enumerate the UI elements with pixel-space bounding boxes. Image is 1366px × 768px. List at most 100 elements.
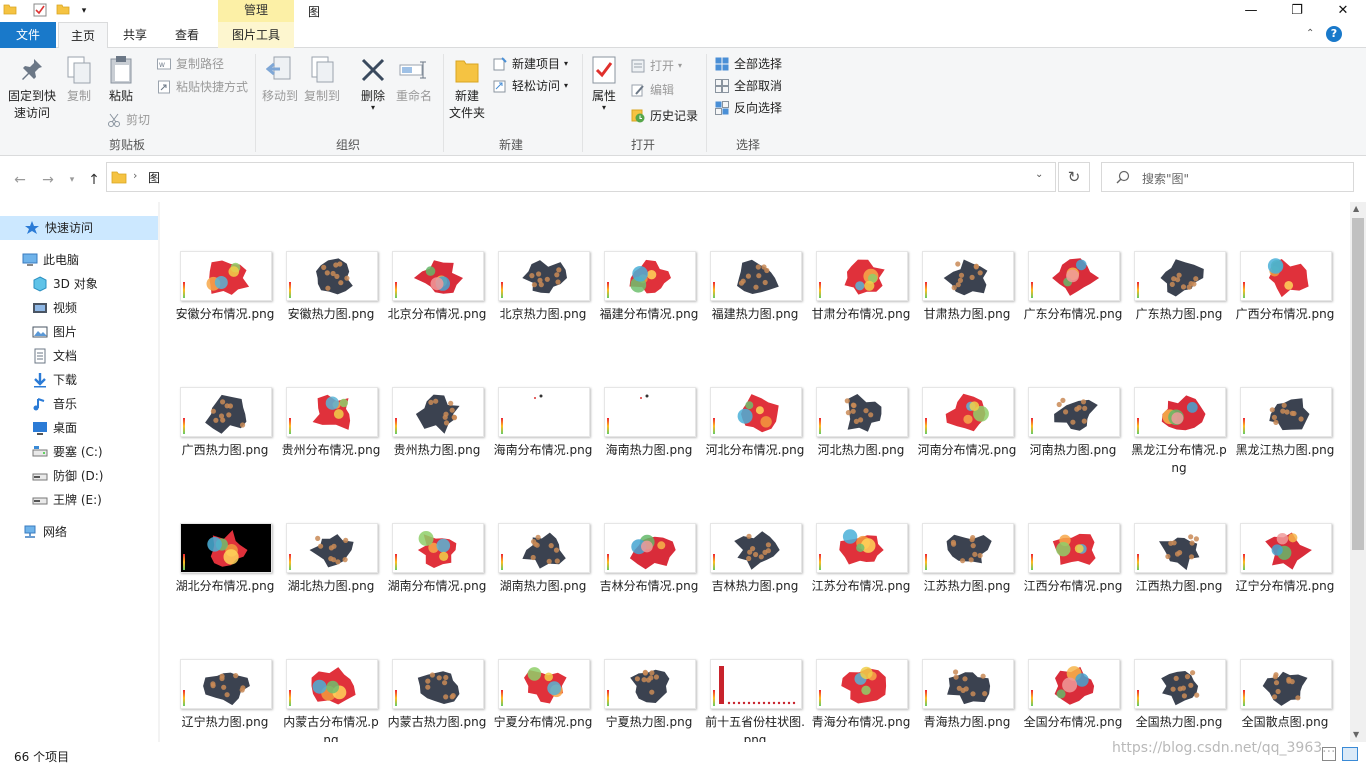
file-item[interactable]: 安徽热力图.png <box>281 251 381 361</box>
file-item[interactable]: 北京热力图.png <box>493 251 593 361</box>
file-item[interactable]: 前十五省份柱状图.png <box>705 659 805 742</box>
scroll-up-icon[interactable]: ▲ <box>1353 204 1359 213</box>
properties-quick-icon[interactable] <box>32 3 48 19</box>
file-item[interactable]: 江西分布情况.png <box>1023 523 1123 633</box>
file-item[interactable]: 内蒙古分布情况.png <box>281 659 381 742</box>
scroll-down-icon[interactable]: ▼ <box>1353 730 1359 739</box>
move-to-button[interactable]: 移动到 <box>260 54 300 105</box>
help-icon[interactable]: ? <box>1326 26 1342 42</box>
file-item[interactable]: 黑龙江分布情况.png <box>1129 387 1229 497</box>
collapse-ribbon-icon[interactable]: ⌃ <box>1306 28 1314 39</box>
pin-to-quick-access-button[interactable]: 固定到快 速访问 <box>4 54 60 122</box>
invert-selection-button[interactable]: 反向选择 <box>714 98 782 118</box>
new-folder-button[interactable]: 新建 文件夹 <box>446 54 488 122</box>
file-item[interactable]: 湖南热力图.png <box>493 523 593 633</box>
tab-file[interactable]: 文件 <box>0 22 56 48</box>
file-item[interactable]: 江苏分布情况.png <box>811 523 911 633</box>
file-item[interactable]: 广西热力图.png <box>175 387 275 497</box>
file-item[interactable]: 全国热力图.png <box>1129 659 1229 742</box>
file-item[interactable]: 贵州热力图.png <box>387 387 487 497</box>
file-item[interactable]: 广东分布情况.png <box>1023 251 1123 361</box>
tab-home[interactable]: 主页 <box>58 22 108 49</box>
address-dropdown-icon[interactable]: ⌄ <box>1035 169 1043 180</box>
paste-button[interactable]: 粘贴 <box>100 54 142 105</box>
recent-locations-icon[interactable]: ▾ <box>62 170 82 190</box>
refresh-button[interactable]: ↻ <box>1058 162 1090 192</box>
copy-to-button[interactable]: 复制到 <box>302 54 342 105</box>
close-button[interactable]: ✕ <box>1320 0 1366 22</box>
file-item[interactable]: 青海热力图.png <box>917 659 1017 742</box>
sidebar-item[interactable]: 音乐 <box>0 392 158 416</box>
new-folder-quick-icon[interactable] <box>55 3 71 19</box>
file-item[interactable]: 海南热力图.png <box>599 387 699 497</box>
sidebar-item[interactable]: 网络 <box>0 520 158 544</box>
file-item[interactable]: 福建分布情况.png <box>599 251 699 361</box>
breadcrumb-current[interactable]: 图 <box>148 169 160 186</box>
file-item[interactable]: 河北分布情况.png <box>705 387 805 497</box>
properties-dropdown-icon[interactable]: ▾ <box>588 104 620 112</box>
file-item[interactable]: 江苏热力图.png <box>917 523 1017 633</box>
up-arrow-icon[interactable]: ↑ <box>84 170 104 190</box>
copy-button[interactable]: 复制 <box>62 54 96 105</box>
address-bar[interactable]: › 图 ⌄ <box>106 162 1056 192</box>
forward-arrow-icon[interactable]: → <box>38 170 58 190</box>
cut-button[interactable]: 剪切 <box>106 110 150 130</box>
delete-button[interactable]: 删除 ▾ <box>356 54 390 112</box>
history-button[interactable]: 历史记录 <box>630 106 698 126</box>
tab-share[interactable]: 共享 <box>110 22 160 48</box>
large-icons-view-icon[interactable] <box>1342 747 1358 761</box>
file-item[interactable]: 吉林热力图.png <box>705 523 805 633</box>
file-item[interactable]: 辽宁分布情况.png <box>1235 523 1335 633</box>
file-item[interactable]: 全国分布情况.png <box>1023 659 1123 742</box>
file-item[interactable]: 福建热力图.png <box>705 251 805 361</box>
file-item[interactable]: 甘肃分布情况.png <box>811 251 911 361</box>
file-item[interactable]: 河北热力图.png <box>811 387 911 497</box>
file-item[interactable]: 广东热力图.png <box>1129 251 1229 361</box>
maximize-button[interactable]: ❐ <box>1274 0 1320 22</box>
select-all-button[interactable]: 全部选择 <box>714 54 782 74</box>
file-item[interactable]: 吉林分布情况.png <box>599 523 699 633</box>
file-item[interactable]: 黑龙江热力图.png <box>1235 387 1335 497</box>
scrollbar-thumb[interactable] <box>1352 218 1364 550</box>
file-item[interactable]: 青海分布情况.png <box>811 659 911 742</box>
file-item[interactable]: 辽宁热力图.png <box>175 659 275 742</box>
sidebar-item[interactable]: 此电脑 <box>0 248 158 272</box>
file-item[interactable]: 湖北热力图.png <box>281 523 381 633</box>
sidebar-item[interactable]: 下载 <box>0 368 158 392</box>
search-box[interactable]: 搜索"图" <box>1101 162 1354 192</box>
file-item[interactable]: 河南分布情况.png <box>917 387 1017 497</box>
sidebar-item[interactable]: 3D 对象 <box>0 272 158 296</box>
sidebar-item[interactable]: 视频 <box>0 296 158 320</box>
sidebar-item[interactable]: 防御 (D:) <box>0 464 158 488</box>
sidebar-item[interactable]: 要塞 (C:) <box>0 440 158 464</box>
select-none-button[interactable]: 全部取消 <box>714 76 782 96</box>
file-item[interactable]: 江西热力图.png <box>1129 523 1229 633</box>
tab-view[interactable]: 查看 <box>162 22 212 48</box>
copy-path-button[interactable]: W 复制路径 <box>156 54 224 74</box>
sidebar-item[interactable]: 桌面 <box>0 416 158 440</box>
sidebar-item[interactable]: 文档 <box>0 344 158 368</box>
properties-button[interactable]: 属性 ▾ <box>588 54 620 112</box>
breadcrumb-chevron-icon[interactable]: › <box>133 169 137 182</box>
sidebar-item[interactable]: 王牌 (E:) <box>0 488 158 512</box>
file-item[interactable]: 广西分布情况.png <box>1235 251 1335 361</box>
manage-context-tab[interactable]: 管理 <box>218 0 294 22</box>
file-item[interactable]: 贵州分布情况.png <box>281 387 381 497</box>
file-item[interactable]: 甘肃热力图.png <box>917 251 1017 361</box>
file-item[interactable]: 全国散点图.png <box>1235 659 1335 742</box>
open-button[interactable]: 打开 ▾ <box>630 56 682 76</box>
file-item[interactable]: 安徽分布情况.png <box>175 251 275 361</box>
file-item[interactable]: 宁夏热力图.png <box>599 659 699 742</box>
file-item[interactable]: 北京分布情况.png <box>387 251 487 361</box>
easy-access-button[interactable]: 轻松访问 ▾ <box>492 76 568 96</box>
minimize-button[interactable]: — <box>1228 0 1274 22</box>
edit-button[interactable]: 编辑 <box>630 80 674 100</box>
file-item[interactable]: 内蒙古热力图.png <box>387 659 487 742</box>
tab-picture-tools[interactable]: 图片工具 <box>218 22 294 48</box>
new-item-button[interactable]: 新建项目 ▾ <box>492 54 568 74</box>
rename-button[interactable]: 重命名 <box>394 54 434 105</box>
file-item[interactable]: 宁夏分布情况.png <box>493 659 593 742</box>
sidebar-item[interactable]: 快速访问 <box>0 216 158 240</box>
back-arrow-icon[interactable]: ← <box>10 170 30 190</box>
delete-dropdown-icon[interactable]: ▾ <box>356 104 390 112</box>
